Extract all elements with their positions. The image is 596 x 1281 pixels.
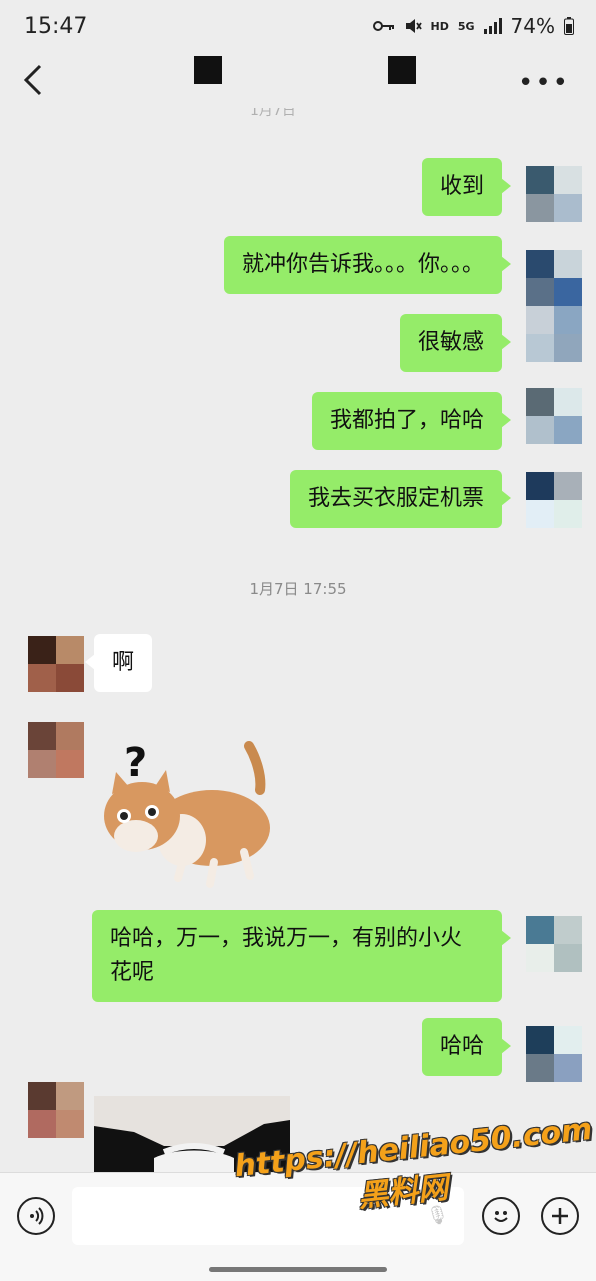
home-indicator[interactable] bbox=[209, 1267, 387, 1272]
voice-icon[interactable] bbox=[17, 1197, 55, 1235]
status-time: 15:47 bbox=[24, 14, 88, 39]
key-icon bbox=[372, 21, 394, 31]
chat-area[interactable]: 1月7日 收到 就冲你告诉我。。。你。。。 很敏感 我都拍了，哈哈 我去买衣服定… bbox=[0, 108, 596, 1172]
status-icons: HD 5G 74% bbox=[372, 14, 574, 38]
my-avatar[interactable] bbox=[526, 166, 582, 222]
message-bubble-received[interactable]: 啊 bbox=[84, 634, 153, 692]
emoji-icon[interactable] bbox=[482, 1197, 520, 1235]
message-bubble-sent[interactable]: 哈哈，万一，我说万一，有别的小火 花呢 bbox=[92, 910, 511, 1002]
my-avatar[interactable] bbox=[526, 388, 582, 444]
network-badge: 5G bbox=[457, 19, 475, 33]
message-bubble-sent[interactable]: 我去买衣服定机票 bbox=[289, 470, 512, 528]
hd-badge: HD bbox=[430, 19, 449, 33]
battery-percent: 74% bbox=[510, 14, 555, 38]
chat-timestamp: 1月7日 17:55 bbox=[249, 580, 347, 598]
previous-timestamp-partial: 1月7日 bbox=[250, 108, 296, 119]
contact-avatar[interactable] bbox=[28, 722, 84, 778]
signal-icon bbox=[483, 18, 502, 34]
message-line: 哈哈，万一，我说万一，有别的小火 bbox=[110, 926, 463, 951]
message-line: 花呢 bbox=[110, 960, 155, 985]
my-avatar[interactable] bbox=[526, 250, 582, 306]
my-avatar[interactable] bbox=[526, 1026, 582, 1082]
message-bubble-sent[interactable]: 我都拍了，哈哈 bbox=[311, 392, 512, 450]
redacted-title-block bbox=[388, 56, 416, 84]
message-bubble-sent[interactable]: 很敏感 bbox=[399, 314, 512, 372]
contact-avatar[interactable] bbox=[28, 636, 84, 692]
message-bubble-sent[interactable]: 哈哈 bbox=[421, 1018, 512, 1076]
chat-header: ••• bbox=[0, 52, 596, 108]
contact-avatar[interactable] bbox=[28, 1082, 84, 1138]
svg-text:?: ? bbox=[124, 740, 147, 786]
message-bubble-sent[interactable]: 就冲你告诉我。。。你。。。 bbox=[223, 236, 512, 294]
chevron-left-icon[interactable] bbox=[18, 60, 52, 100]
my-avatar[interactable] bbox=[526, 472, 582, 528]
battery-icon bbox=[564, 17, 574, 35]
mute-icon bbox=[405, 19, 422, 33]
my-avatar[interactable] bbox=[526, 306, 582, 362]
message-bubble-sent[interactable]: 收到 bbox=[421, 158, 512, 216]
ellipsis-icon[interactable]: ••• bbox=[518, 68, 570, 98]
plus-icon[interactable] bbox=[541, 1197, 579, 1235]
my-avatar[interactable] bbox=[526, 916, 582, 972]
confused-cat-sticker[interactable]: ? bbox=[94, 728, 284, 898]
redacted-title-block bbox=[194, 56, 222, 84]
status-bar: 15:47 HD 5G 74% bbox=[0, 0, 596, 52]
